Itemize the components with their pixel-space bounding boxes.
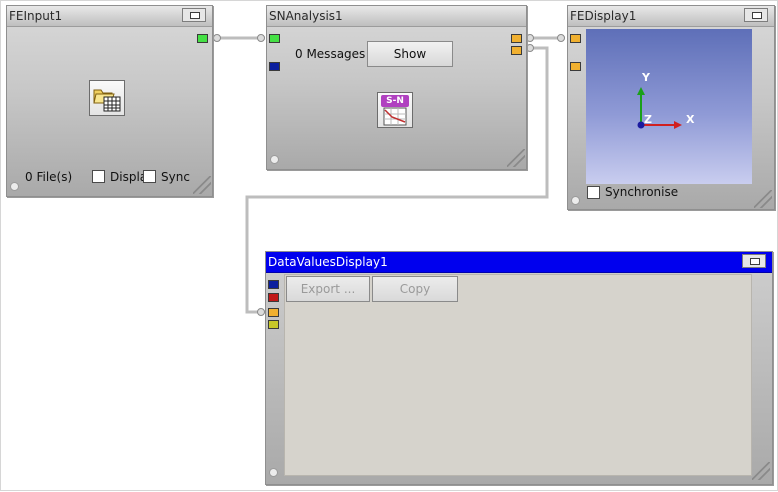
fedisplay-input-port[interactable] <box>570 34 581 43</box>
fedisplay-sync-label[interactable]: Synchronise <box>605 185 678 199</box>
feinput-title: FEInput1 <box>9 9 63 23</box>
snanalysis-title: SNAnalysis1 <box>269 9 343 23</box>
snanalysis-output-port-2[interactable] <box>511 46 522 55</box>
feinput-node[interactable]: FEInput1 0 File(s) Display <box>6 5 213 197</box>
sn-curve-icon-label: S-N <box>381 95 409 107</box>
fedisplay-sync-checkbox[interactable] <box>587 186 600 199</box>
feinput-output-port[interactable] <box>197 34 208 43</box>
datavalues-node[interactable]: DataValuesDisplay1 Export ... Copy <box>265 251 773 485</box>
feinput-sync-checkbox[interactable] <box>143 170 156 183</box>
snanalysis-status-indicator <box>270 155 279 164</box>
fedisplay-node[interactable]: FEDisplay1 Y Z X Synchronise <box>567 5 775 210</box>
fedisplay-status-indicator <box>571 196 580 205</box>
datavalues-input-port-4[interactable] <box>268 320 279 329</box>
axis-x-label: X <box>686 113 695 126</box>
restore-icon <box>752 12 762 19</box>
snanalysis-node[interactable]: SNAnalysis1 0 Messages Show S-N <box>266 5 527 170</box>
copy-button[interactable]: Copy <box>372 276 458 302</box>
export-button[interactable]: Export ... <box>286 276 370 302</box>
datavalues-restore-button[interactable] <box>742 254 766 268</box>
fedisplay-3d-viewport[interactable]: Y Z X <box>586 29 752 184</box>
sn-curve-icon[interactable]: S-N <box>377 92 413 128</box>
datavalues-titlebar[interactable]: DataValuesDisplay1 <box>266 252 772 273</box>
snanalysis-input-port[interactable] <box>269 34 280 43</box>
restore-icon <box>190 12 200 19</box>
snanalysis-input-port-2[interactable] <box>269 62 280 71</box>
feinput-status-indicator <box>10 182 19 191</box>
feinput-restore-button[interactable] <box>182 8 206 22</box>
workflow-canvas[interactable]: FEInput1 0 File(s) Display <box>0 0 778 491</box>
open-file-grid-icon[interactable] <box>89 80 125 116</box>
feinput-sync-label[interactable]: Synchronise <box>161 170 190 184</box>
fedisplay-titlebar[interactable]: FEDisplay1 <box>568 6 774 27</box>
axis-z-label: Z <box>644 113 652 126</box>
datavalues-input-port-3[interactable] <box>268 308 279 317</box>
snanalysis-resize-grip[interactable] <box>507 149 525 167</box>
show-messages-button[interactable]: Show <box>367 41 453 67</box>
snanalysis-messages-count: 0 Messages <box>295 47 366 61</box>
snanalysis-titlebar[interactable]: SNAnalysis1 <box>267 6 526 27</box>
datavalues-status-indicator <box>269 468 278 477</box>
feinput-display-checkbox[interactable] <box>92 170 105 183</box>
fedisplay-resize-grip[interactable] <box>754 190 772 208</box>
fedisplay-title: FEDisplay1 <box>570 9 637 23</box>
datavalues-input-port[interactable] <box>268 280 279 289</box>
datavalues-title: DataValuesDisplay1 <box>268 255 388 269</box>
feinput-titlebar[interactable]: FEInput1 <box>7 6 212 27</box>
axis-triad <box>637 87 682 129</box>
fedisplay-restore-button[interactable] <box>744 8 768 22</box>
datavalues-input-port-2[interactable] <box>268 293 279 302</box>
restore-icon <box>750 258 760 265</box>
datavalues-resize-grip[interactable] <box>752 462 770 480</box>
datavalues-table-area[interactable] <box>284 274 752 476</box>
feinput-files-count: 0 File(s) <box>25 170 73 184</box>
axis-y-label: Y <box>642 71 650 84</box>
feinput-resize-grip[interactable] <box>193 176 211 194</box>
fedisplay-input-port-2[interactable] <box>570 62 581 71</box>
snanalysis-output-port[interactable] <box>511 34 522 43</box>
feinput-display-label[interactable]: Display <box>110 170 143 184</box>
